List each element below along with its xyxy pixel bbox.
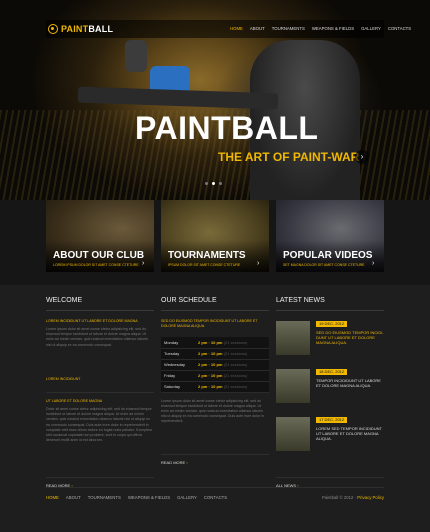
hero-subtitle: THE ART OF PAINT-WAR <box>218 150 360 164</box>
welcome-link[interactable]: LOREM INCIDIDUNT <box>46 377 154 382</box>
divider <box>161 453 269 455</box>
slider-pagination <box>205 182 222 185</box>
divider <box>46 477 154 478</box>
card-about-club[interactable]: ABOUT OUR CLUB LOREM IPSUM DOLOR SIT AME… <box>46 200 154 272</box>
footer-nav-about[interactable]: ABOUT <box>66 495 81 500</box>
card-title: POPULAR VIDEOS <box>283 250 373 261</box>
nav-item-contacts[interactable]: CONTACTS <box>388 26 411 31</box>
chevron-right-icon[interactable]: › <box>257 260 259 267</box>
footer-nav-gallery[interactable]: GALLERY <box>177 495 197 500</box>
welcome-column: WELCOME LOREM INCIDIDUNT UT LABORE ET DO… <box>46 297 154 488</box>
card-popular-videos[interactable]: POPULAR VIDEOS SET MAGNA DOLOR SIT AMET … <box>276 200 384 272</box>
copyright: Paintball © 2012 · Privacy Policy <box>321 495 384 500</box>
nav-item-home[interactable]: HOME <box>230 26 243 31</box>
schedule-time: 2 pm · 10 pm (21 sessions) <box>195 348 269 360</box>
schedule-table: Monday 2 pm · 10 pm (21 sessions) Tuesday… <box>161 337 269 393</box>
news-title[interactable]: TEMPOR INCIDIDUNT UT LABORE ET DOLORE MA… <box>316 378 386 388</box>
card-subtitle: SET MAGNA DOLOR SIT AMET CONSE CTETURE <box>283 263 365 267</box>
chevron-right-icon[interactable]: › <box>372 260 374 267</box>
news-thumbnail[interactable] <box>276 369 310 403</box>
table-row: Saturday 2 pm · 10 pm (21 sessions) <box>161 381 269 393</box>
table-row: Tuesday 2 pm · 10 pm (21 sessions) <box>161 348 269 360</box>
footer: HOME ABOUT TOURNAMENTS WEAPONS & FIELDS … <box>46 495 384 507</box>
schedule-column: OUR SCHEDULE SED DO EIUSMOD TEMPOR INCID… <box>161 297 269 465</box>
schedule-time: 2 pm · 10 pm (21 sessions) <box>195 381 269 393</box>
nav-item-about[interactable]: ABOUT <box>250 26 265 31</box>
news-title[interactable]: SED DO EIUSMOD TEMPOR INCIDI-DUNT UT LAB… <box>316 330 386 346</box>
footer-nav-weapons-fields[interactable]: WEAPONS & FIELDS <box>128 495 170 500</box>
schedule-text: Lorem ipsum dolor sit amet conse ctetur … <box>161 398 265 424</box>
nav-item-weapons-fields[interactable]: WEAPONS & FIELDS <box>312 26 354 31</box>
news-title[interactable]: LOREM SED TEMPOR INCIDIDUNT UT LABORE ET… <box>316 426 386 442</box>
welcome-text-1: Lorem ipsum dolor sit amet conse ctetur … <box>46 327 148 347</box>
news-item[interactable]: 19 DEC, 2012 SED DO EIUSMOD TEMPOR INCID… <box>276 321 384 367</box>
footer-nav-home[interactable]: HOME <box>46 495 59 500</box>
schedule-day: Saturday <box>161 381 195 393</box>
card-title: TOURNAMENTS <box>168 250 246 261</box>
chevron-right-icon[interactable]: › <box>142 260 144 267</box>
card-subtitle: LOREM IPSUM DOLOR SIT AMET CONSE CTETURE <box>53 263 139 267</box>
footer-divider <box>46 487 384 488</box>
card-title: ABOUT OUR CLUB <box>53 250 145 261</box>
nav-item-gallery[interactable]: GALLERY <box>361 26 381 31</box>
schedule-time: 2 pm · 10 pm (21 sessions) <box>195 370 269 382</box>
nav-item-tournaments[interactable]: TOURNAMENTS <box>272 26 305 31</box>
table-row: Friday 2 pm · 10 pm (21 sessions) <box>161 370 269 382</box>
slider-dot-3[interactable] <box>219 182 222 185</box>
footer-nav-tournaments[interactable]: TOURNAMENTS <box>88 495 121 500</box>
news-thumbnail[interactable] <box>276 321 310 355</box>
schedule-lead: SED DO EIUSMOD TEMPOR INCIDIDUNT UT LABO… <box>161 319 258 328</box>
main-nav: HOME ABOUT TOURNAMENTS WEAPONS & FIELDS … <box>230 26 411 31</box>
hero-hopper-shape <box>125 40 147 72</box>
news-date: 18 DEC, 2012 <box>316 369 348 375</box>
footer-nav: HOME ABOUT TOURNAMENTS WEAPONS & FIELDS … <box>46 495 227 500</box>
schedule-day: Monday <box>161 337 195 349</box>
schedule-time: 2 pm · 10 pm (21 sessions) <box>195 337 269 349</box>
slider-next-button[interactable]: › <box>355 150 369 164</box>
divider <box>46 392 154 393</box>
table-row: Monday 2 pm · 10 pm (21 sessions) <box>161 337 269 349</box>
welcome-heading: WELCOME <box>46 297 154 311</box>
news-thumbnail[interactable] <box>276 417 310 451</box>
divider <box>276 477 384 478</box>
logo-text: PAINTBALL <box>61 24 114 34</box>
privacy-policy-link[interactable]: Privacy Policy <box>357 495 384 500</box>
schedule-read-more-link[interactable]: READ MORE › <box>161 460 269 465</box>
site-logo[interactable]: PAINTBALL <box>48 22 113 36</box>
footer-nav-contacts[interactable]: CONTACTS <box>204 495 227 500</box>
news-heading: LATEST NEWS <box>276 297 384 311</box>
news-item[interactable]: 17 DEC, 2012 LOREM SED TEMPOR INCIDIDUNT… <box>276 417 384 463</box>
card-subtitle: IPSUM DOLOR SIT AMET CONSE CTETURE <box>168 263 241 267</box>
hero-title: PAINTBALL <box>135 110 319 146</box>
schedule-time: 2 pm · 10 pm (21 sessions) <box>195 359 269 371</box>
welcome-lead-2: UT LABORE ET DOLORE MAGNA <box>46 399 103 403</box>
hero-marker-barrel <box>77 86 279 110</box>
welcome-text-2: Dolor sit amet conse ctetur adipisicing … <box>46 407 153 443</box>
welcome-lead-1: LOREM INCIDIDUNT UT LABORE ET DOLORE MAG… <box>46 319 138 323</box>
news-item[interactable]: 18 DEC, 2012 TEMPOR INCIDIDUNT UT LABORE… <box>276 369 384 415</box>
card-tournaments[interactable]: TOURNAMENTS IPSUM DOLOR SIT AMET CONSE C… <box>161 200 269 272</box>
schedule-day: Friday <box>161 370 195 382</box>
schedule-heading: OUR SCHEDULE <box>161 297 269 311</box>
slider-dot-1[interactable] <box>205 182 208 185</box>
schedule-day: Wednesday <box>161 359 195 371</box>
slider-dot-2[interactable] <box>212 182 215 185</box>
crosshair-icon <box>48 24 58 34</box>
news-date: 19 DEC, 2012 <box>316 321 348 327</box>
news-date: 17 DEC, 2012 <box>316 417 348 423</box>
news-column: LATEST NEWS 19 DEC, 2012 SED DO EIUSMOD … <box>276 297 384 488</box>
table-row: Wednesday 2 pm · 10 pm (21 sessions) <box>161 359 269 371</box>
schedule-day: Tuesday <box>161 348 195 360</box>
